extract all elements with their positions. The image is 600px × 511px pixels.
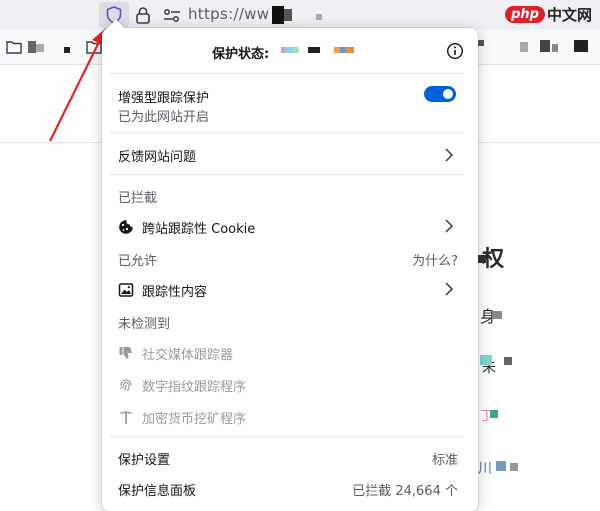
pickaxe-icon	[120, 411, 132, 424]
protection-status-title: 保护状态:	[212, 47, 270, 62]
redacted-url-block	[316, 14, 322, 20]
social-trackers-label: 社交媒体跟踪器	[142, 348, 234, 363]
site-watermark: php 中文网	[505, 2, 592, 26]
image-icon	[118, 283, 134, 297]
redacted-bookmark	[28, 41, 36, 53]
why-link[interactable]: 为什么?	[412, 250, 458, 269]
watermark-text: 中文网	[546, 5, 592, 24]
fingerprinters-item: 数字指纹跟踪程序	[118, 376, 464, 396]
redacted-site-name	[308, 47, 320, 53]
lock-icon[interactable]	[133, 5, 153, 25]
etp-toggle[interactable]	[424, 86, 456, 102]
cookie-icon	[119, 220, 133, 234]
cryptominers-label: 加密货币挖矿程序	[142, 412, 247, 427]
redacted-page	[492, 311, 502, 319]
protection-dashboard-label: 保护信息面板	[118, 484, 197, 499]
blocked-section-label: 已拦截	[118, 191, 158, 206]
fingerprint-icon	[120, 379, 132, 392]
watermark-logo: php	[505, 5, 545, 23]
url-text[interactable]: https://ww	[188, 5, 269, 23]
chevron-right-icon	[445, 282, 454, 296]
etp-title: 增强型跟踪保护	[118, 91, 210, 106]
redacted-bookmark	[64, 47, 70, 53]
redacted-url-block	[272, 6, 284, 24]
toggle-knob	[443, 89, 453, 99]
folder-icon[interactable]	[6, 40, 22, 54]
redacted-page	[480, 355, 492, 365]
redacted-site-name	[346, 47, 354, 53]
protection-settings-item[interactable]: 保护设置	[118, 449, 464, 469]
tracking-content-label: 跟踪性内容	[142, 285, 208, 300]
folder-icon[interactable]	[86, 40, 102, 54]
protection-settings-label: 保护设置	[118, 453, 171, 468]
redacted-page	[490, 410, 498, 418]
redacted-bookmark	[574, 40, 588, 52]
info-icon[interactable]	[446, 42, 464, 60]
redacted-url-block	[284, 9, 292, 21]
report-issue-item[interactable]: 反馈网站问题	[118, 146, 464, 166]
redacted-site-name	[285, 47, 293, 53]
redacted-bookmark	[520, 42, 528, 52]
separator	[110, 436, 464, 437]
redacted-bookmark	[478, 40, 484, 46]
thumbs-down-icon	[119, 347, 132, 359]
redacted-bookmark	[540, 40, 550, 52]
redacted-site-name	[293, 47, 299, 53]
chevron-right-icon	[445, 219, 454, 233]
redacted-page	[504, 357, 512, 365]
url-bar: https://ww php 中文网	[0, 0, 600, 30]
redacted-page	[496, 461, 506, 471]
cross-site-cookies-label: 跨站跟踪性 Cookie	[142, 222, 256, 237]
not-detected-section-label: 未检测到	[118, 317, 171, 332]
cross-site-cookies-item[interactable]: 跨站跟踪性 Cookie	[118, 218, 464, 238]
fingerprinters-label: 数字指纹跟踪程序	[142, 380, 247, 395]
page-text: 川	[478, 461, 492, 477]
chevron-right-icon	[445, 148, 454, 162]
cryptominers-item: 加密货币挖矿程序	[118, 408, 464, 428]
redacted-page	[478, 255, 486, 263]
protection-level-value: 标准	[431, 453, 458, 468]
blocked-count-value: 已拦截 24,664 个	[352, 484, 458, 499]
social-trackers-item: 社交媒体跟踪器	[118, 344, 464, 364]
separator	[110, 174, 464, 175]
redacted-page	[510, 463, 518, 471]
permissions-icon[interactable]	[162, 6, 182, 26]
separator	[110, 73, 464, 74]
redacted-bookmark	[552, 44, 558, 52]
protections-popup: 保护状态: 增强型跟踪保护 已为此网站开启 反馈网站问题 已拦截 跨站跟踪性 C…	[102, 19, 478, 511]
etp-subtitle: 已为此网站开启	[118, 110, 210, 125]
redacted-bookmark	[36, 44, 44, 52]
tracking-content-item[interactable]: 跟踪性内容	[118, 281, 464, 301]
separator	[110, 132, 464, 133]
report-issue-label: 反馈网站问题	[118, 150, 197, 165]
